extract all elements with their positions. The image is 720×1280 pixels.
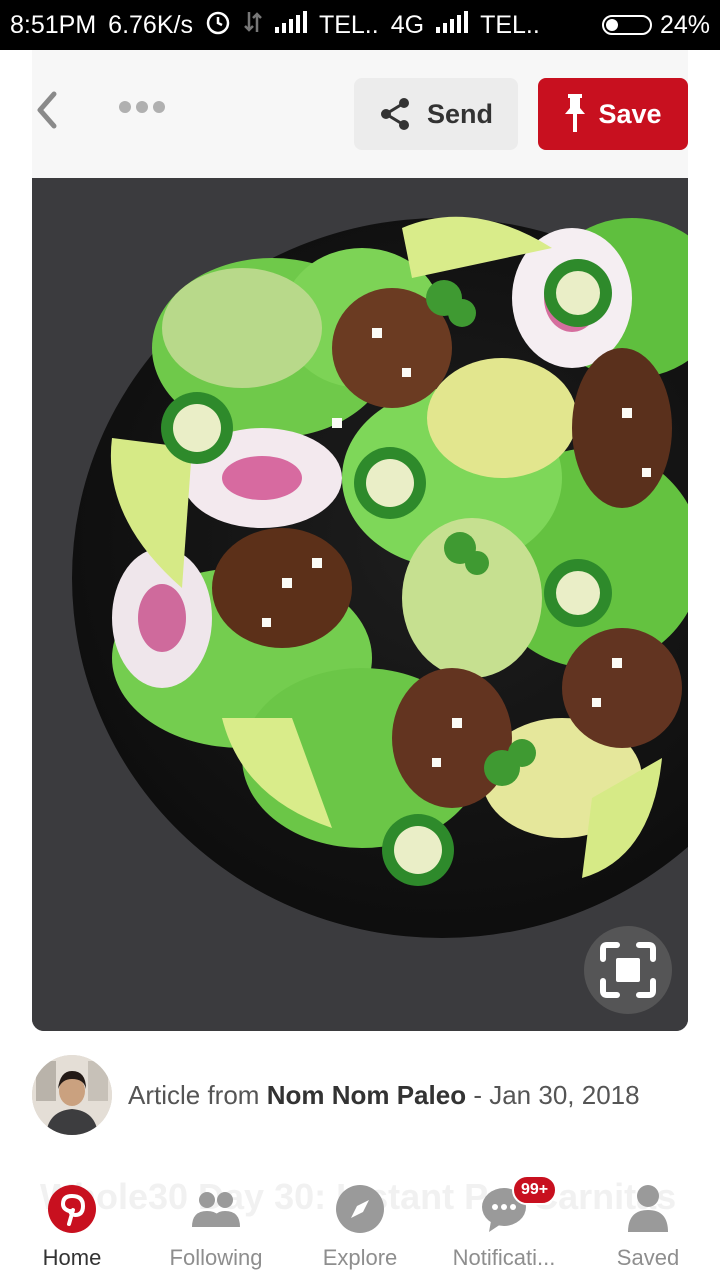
avatar[interactable] bbox=[32, 1055, 112, 1135]
pin-image[interactable] bbox=[32, 178, 688, 1031]
signal-icon bbox=[436, 10, 469, 40]
people-icon bbox=[190, 1183, 242, 1235]
send-button[interactable]: Send bbox=[354, 78, 518, 150]
attribution-prefix: Article from bbox=[128, 1079, 260, 1110]
visual-search-button[interactable] bbox=[584, 926, 672, 1014]
pinterest-logo-icon bbox=[46, 1183, 98, 1235]
nav-saved-label: Saved bbox=[616, 1245, 680, 1270]
compass-icon bbox=[334, 1183, 386, 1235]
more-options-button[interactable] bbox=[118, 100, 168, 126]
notification-badge: 99+ bbox=[512, 1175, 558, 1205]
alarm-icon bbox=[205, 9, 231, 42]
carrier-2: TEL.. bbox=[480, 10, 540, 39]
carnitas-salad-photo bbox=[32, 178, 688, 1031]
save-button[interactable]: Save bbox=[538, 78, 688, 150]
status-network-speed: 6.76K/s bbox=[108, 10, 193, 39]
status-time: 8:51PM bbox=[10, 10, 97, 39]
nav-home[interactable]: Home bbox=[0, 1175, 144, 1280]
data-transfer-icon bbox=[243, 10, 263, 41]
person-icon bbox=[622, 1183, 674, 1235]
nav-following-label: Following bbox=[169, 1245, 263, 1270]
attribution-separator: - bbox=[473, 1079, 482, 1110]
nav-saved[interactable]: Saved bbox=[576, 1175, 720, 1280]
network-type: 4G bbox=[390, 10, 425, 39]
publish-date: Jan 30, 2018 bbox=[489, 1079, 640, 1110]
nav-notifications-label: Notificati... bbox=[452, 1245, 556, 1270]
signal-icon bbox=[274, 10, 307, 40]
status-bar: 8:51PM 6.76K/s TEL.. 4G TEL.. 24% bbox=[0, 0, 720, 50]
battery-percent: 24% bbox=[659, 10, 710, 39]
chevron-left-icon bbox=[37, 91, 57, 129]
nav-explore[interactable]: Explore bbox=[288, 1175, 432, 1280]
more-dots-icon bbox=[119, 101, 165, 113]
nav-home-label: Home bbox=[42, 1245, 102, 1270]
save-label: Save bbox=[598, 98, 662, 129]
pin-action-bar: Send Save bbox=[32, 50, 688, 178]
source-name[interactable]: Nom Nom Paleo bbox=[267, 1080, 466, 1110]
battery-icon bbox=[601, 15, 652, 35]
back-button[interactable] bbox=[32, 90, 72, 140]
nav-explore-label: Explore bbox=[322, 1245, 398, 1270]
share-icon bbox=[380, 98, 409, 130]
attribution-row[interactable]: Article from Nom Nom Paleo - Jan 30, 201… bbox=[32, 1055, 688, 1135]
visual-search-icon bbox=[600, 942, 656, 998]
pushpin-icon bbox=[565, 94, 586, 132]
bottom-navigation: Home Following Explore 99+ Notificati...… bbox=[0, 1175, 720, 1280]
nav-notifications[interactable]: 99+ Notificati... bbox=[432, 1175, 576, 1280]
attribution-text: Article from Nom Nom Paleo - Jan 30, 201… bbox=[128, 1080, 640, 1111]
nav-following[interactable]: Following bbox=[144, 1175, 288, 1280]
carrier-1: TEL.. bbox=[318, 10, 379, 39]
send-label: Send bbox=[426, 98, 493, 129]
